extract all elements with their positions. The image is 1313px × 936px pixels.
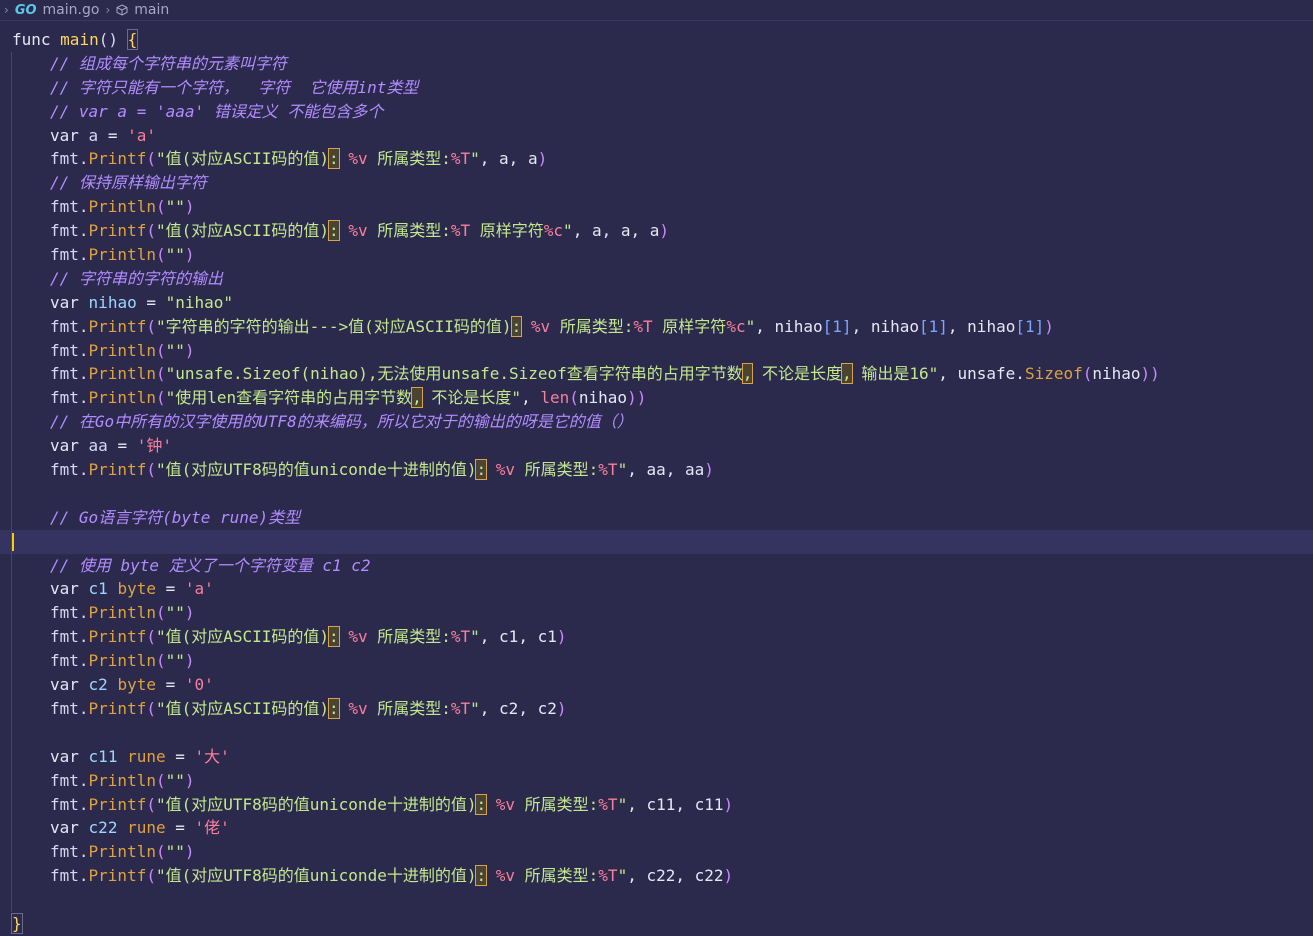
code-line[interactable]: fmt.Println("unsafe.Sizeof(nihao),无法使用un…: [0, 362, 1313, 387]
code-line[interactable]: // 在Go中所有的汉字使用的UTF8的来编码，所以它对于的输出的呀是它的值（）: [0, 410, 1313, 435]
comment: // 字符串的字符的输出: [50, 268, 223, 288]
code-line[interactable]: // 字符只能有一个字符， 字符 它使用int类型: [0, 75, 1313, 100]
chevron-right-icon: ›: [4, 3, 9, 17]
code-line[interactable]: [0, 720, 1313, 745]
breadcrumb: › GO main.go › main: [0, 0, 1313, 21]
symbol-method-icon: [116, 4, 128, 16]
code-line[interactable]: fmt.Println(""): [0, 768, 1313, 793]
comment: // 使用 byte 定义了一个字符变量 c1 c2: [50, 555, 371, 575]
comment: // 保持原样输出字符: [50, 173, 207, 193]
code-line[interactable]: fmt.Println(""): [0, 840, 1313, 865]
code-line[interactable]: // 字符串的字符的输出: [0, 266, 1313, 291]
comment: // 在Go中所有的汉字使用的UTF8的来编码，所以它对于的输出的呀是它的值（）: [50, 412, 633, 432]
breadcrumb-symbol[interactable]: main: [134, 2, 169, 18]
breadcrumb-file[interactable]: main.go: [43, 2, 100, 18]
code-line[interactable]: fmt.Printf("值(对应UTF8码的值uniconde十进制的值): %…: [0, 792, 1313, 817]
code-line[interactable]: fmt.Println(""): [0, 649, 1313, 674]
code-line-footer[interactable]: }: [0, 912, 1313, 936]
code-line[interactable]: fmt.Printf("值(对应ASCII码的值): %v 所属类型:%T", …: [0, 696, 1313, 721]
code-line[interactable]: // Go语言字符(byte rune)类型: [0, 505, 1313, 530]
comment: // Go语言字符(byte rune)类型: [50, 507, 301, 527]
code-line[interactable]: fmt.Printf("值(对应UTF8码的值uniconde十进制的值): %…: [0, 458, 1313, 482]
code-line-active[interactable]: [0, 529, 1313, 554]
go-file-icon: GO: [14, 2, 37, 18]
code-line[interactable]: // var a = 'aaa' 错误定义 不能包含多个: [0, 99, 1313, 124]
code-line[interactable]: var c2 byte = '0': [0, 673, 1313, 697]
code-line[interactable]: [0, 888, 1313, 912]
code-line[interactable]: var c1 byte = 'a': [0, 577, 1313, 602]
code-line[interactable]: fmt.Println(""): [0, 601, 1313, 626]
code-line[interactable]: var c11 rune = '大': [0, 744, 1313, 769]
code-line[interactable]: [0, 481, 1313, 506]
code-line[interactable]: fmt.Println("使用len查看字符串的占用字节数, 不论是长度", l…: [0, 386, 1313, 411]
code-line[interactable]: // 使用 byte 定义了一个字符变量 c1 c2: [0, 553, 1313, 578]
code-line[interactable]: fmt.Println(""): [0, 195, 1313, 220]
code-line[interactable]: fmt.Printf("字符串的字符的输出--->值(对应ASCII码的值): …: [0, 314, 1313, 339]
code-editor[interactable]: func main() { // 组成每个字符串的元素叫字符 // 字符只能有一…: [0, 21, 1313, 936]
code-line[interactable]: var a = 'a': [0, 123, 1313, 148]
code-line[interactable]: var aa = '钟': [0, 434, 1313, 459]
chevron-right-icon: ›: [105, 3, 111, 17]
comment: // 字符只能有一个字符， 字符 它使用int类型: [50, 77, 419, 97]
code-line-header[interactable]: func main() {: [0, 28, 1313, 52]
code-line[interactable]: fmt.Printf("值(对应ASCII码的值): %v 所属类型:%T", …: [0, 147, 1313, 172]
code-line[interactable]: // 组成每个字符串的元素叫字符: [0, 51, 1313, 76]
code-line[interactable]: fmt.Printf("值(对应UTF8码的值uniconde十进制的值): %…: [0, 864, 1313, 889]
code-line[interactable]: fmt.Printf("值(对应ASCII码的值): %v 所属类型:%T", …: [0, 625, 1313, 650]
code-line[interactable]: var nihao = "nihao": [0, 290, 1313, 315]
code-line[interactable]: fmt.Println(""): [0, 243, 1313, 267]
code-line[interactable]: // 保持原样输出字符: [0, 171, 1313, 196]
code-line[interactable]: fmt.Printf("值(对应ASCII码的值): %v 所属类型:%T 原样…: [0, 219, 1313, 244]
comment: // 组成每个字符串的元素叫字符: [50, 53, 287, 73]
comment: // var a = 'aaa' 错误定义 不能包含多个: [50, 101, 384, 121]
code-line[interactable]: fmt.Println(""): [0, 338, 1313, 363]
closing-brace: }: [11, 912, 23, 934]
code-line[interactable]: var c22 rune = '佬': [0, 816, 1313, 841]
